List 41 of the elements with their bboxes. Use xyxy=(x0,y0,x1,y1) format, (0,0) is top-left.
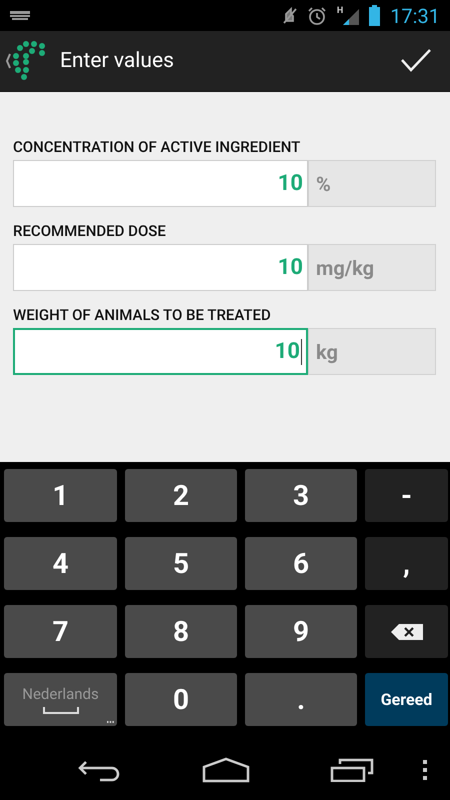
battery-icon xyxy=(369,5,380,26)
recent-apps-button[interactable] xyxy=(330,758,374,782)
unit-label: % xyxy=(308,160,436,207)
network-type: H xyxy=(336,6,344,16)
key[interactable]: - xyxy=(365,469,448,522)
key[interactable]: 7 xyxy=(4,605,117,658)
backspace-icon xyxy=(390,624,422,640)
recent-apps-icon xyxy=(330,758,374,782)
checkmark-icon xyxy=(400,48,432,72)
key[interactable]: 3 xyxy=(245,469,357,522)
key[interactable]: 8 xyxy=(125,605,237,658)
back-button[interactable] xyxy=(78,758,122,782)
key[interactable]: 4 xyxy=(4,537,117,590)
key[interactable]: 9 xyxy=(245,605,357,658)
key[interactable]: 0 xyxy=(125,673,237,726)
alarm-icon xyxy=(306,6,327,26)
key[interactable]: 2 xyxy=(125,469,237,522)
back-icon xyxy=(78,758,122,782)
field-label: RECOMMENDED DOSE xyxy=(13,222,167,240)
done-key[interactable]: Gereed xyxy=(365,673,448,726)
key[interactable]: 6 xyxy=(245,537,357,590)
clock-time: 17:31 xyxy=(390,4,440,28)
unit-label: mg/kg xyxy=(308,244,436,291)
key[interactable]: , xyxy=(365,537,448,590)
key[interactable]: 5 xyxy=(125,537,237,590)
field-label: WEIGHT OF ANIMALS TO BE TREATED xyxy=(13,306,272,324)
key[interactable]: . xyxy=(245,673,357,726)
space-bar-icon xyxy=(42,707,78,714)
menu-icon xyxy=(422,760,428,780)
menu-button[interactable] xyxy=(422,760,428,780)
signal-icon xyxy=(343,6,360,24)
backspace-key[interactable] xyxy=(365,605,448,658)
muted-icon xyxy=(282,6,297,24)
keyboard-icon xyxy=(10,10,30,20)
screen-title: Enter values xyxy=(60,49,175,73)
key[interactable]: 1 xyxy=(4,469,117,522)
home-button[interactable] xyxy=(202,757,250,783)
field-label: CONCENTRATION OF ACTIVE INGREDIENT xyxy=(13,138,302,156)
home-icon xyxy=(202,757,250,783)
text-cursor xyxy=(301,338,302,364)
unit-label: kg xyxy=(308,328,436,375)
